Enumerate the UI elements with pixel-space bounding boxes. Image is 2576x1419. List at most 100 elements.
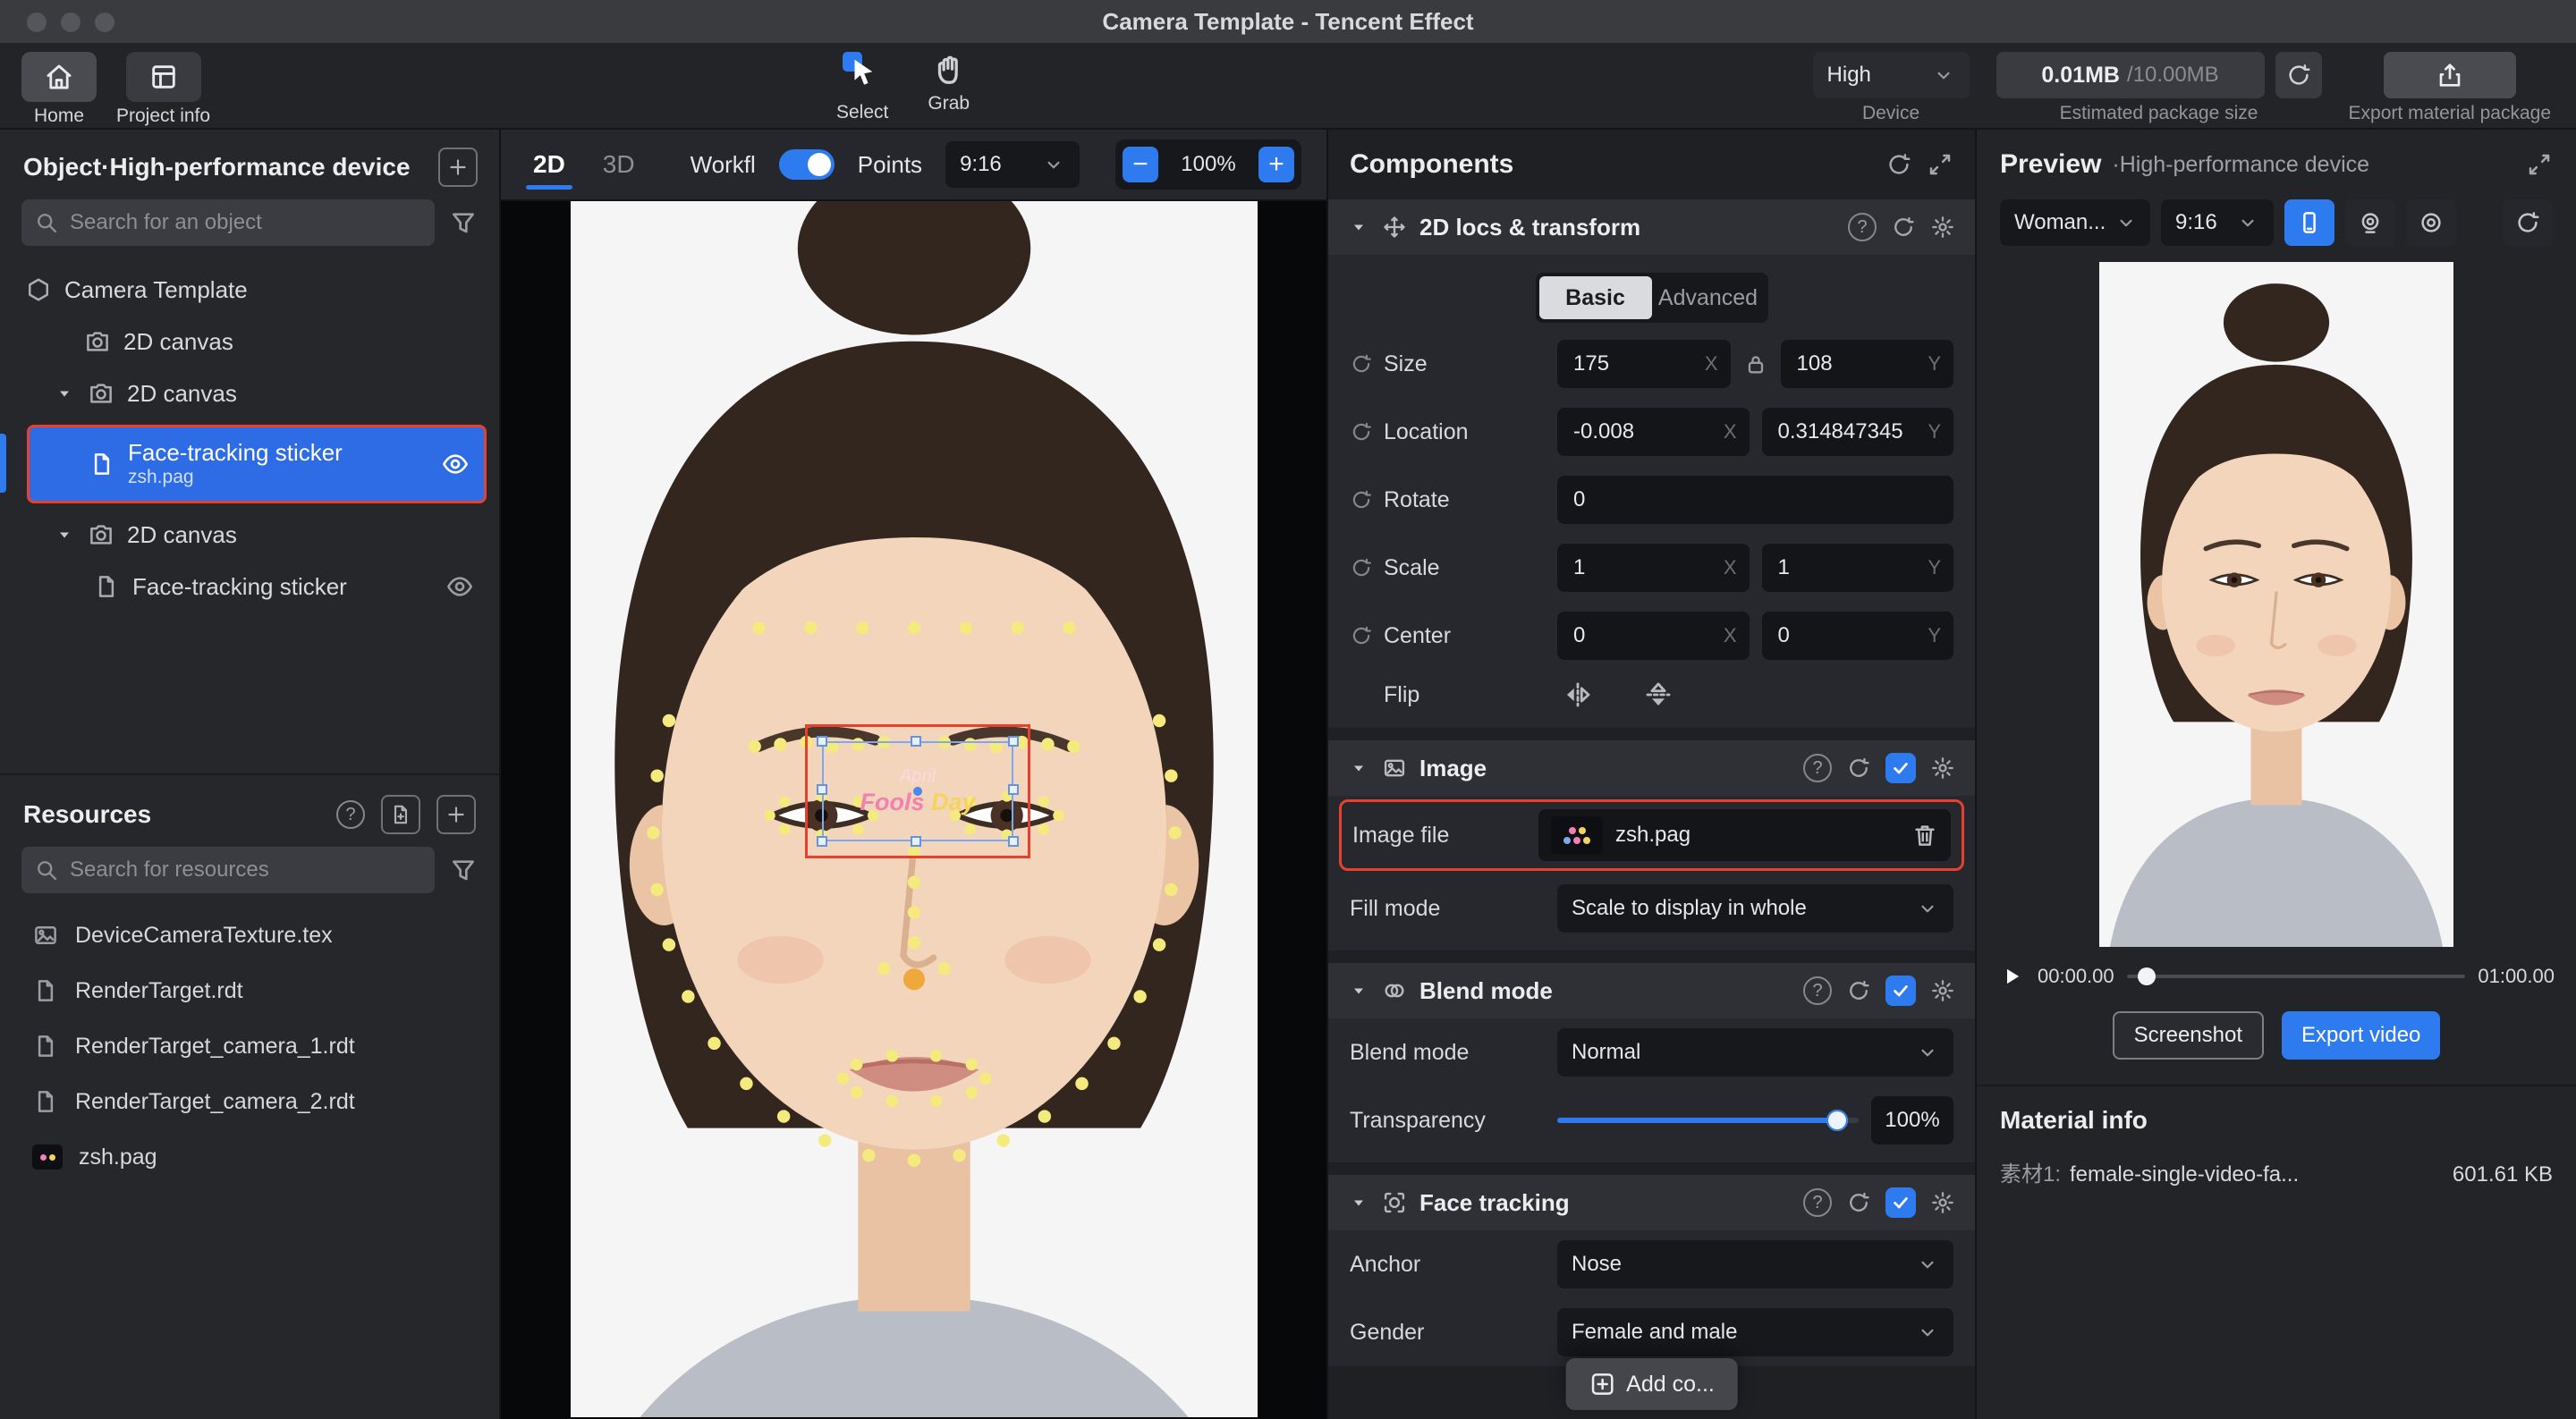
blend-enabled-checkbox[interactable] <box>1885 976 1916 1006</box>
tab-2d[interactable]: 2D <box>526 134 572 195</box>
rotate-input[interactable] <box>1557 476 1953 524</box>
zoom-in-button[interactable]: + <box>1258 147 1294 182</box>
flip-horizontal-icon[interactable] <box>1563 680 1593 710</box>
resource-item[interactable]: RenderTarget_camera_1.rdt <box>0 1018 499 1074</box>
location-y-input[interactable] <box>1762 408 1954 456</box>
workflow-toggle[interactable] <box>779 149 835 180</box>
sticker-selection[interactable]: April Fools Day <box>805 724 1030 858</box>
device-quality-select[interactable]: High <box>1813 52 1970 98</box>
trash-icon[interactable] <box>1911 822 1938 849</box>
anchor-select[interactable]: Nose <box>1557 1240 1953 1288</box>
tab-basic[interactable]: Basic <box>1539 276 1652 319</box>
face-tracking-section-header[interactable]: Face tracking ? <box>1328 1175 1975 1230</box>
add-component-button[interactable]: Add co... <box>1565 1358 1738 1410</box>
gear-icon[interactable] <box>1930 978 1955 1003</box>
close-button[interactable] <box>27 13 47 32</box>
tree-item-2d-canvas-1[interactable]: 2D canvas <box>0 316 499 367</box>
add-resource-button[interactable] <box>436 795 476 834</box>
fill-mode-select[interactable]: Scale to display in whole <box>1557 884 1953 933</box>
timeline-slider[interactable] <box>2127 975 2466 978</box>
gear-icon[interactable] <box>1930 215 1955 240</box>
select-tool-button[interactable]: Select <box>836 52 888 123</box>
resize-handle[interactable] <box>817 736 827 747</box>
resource-item[interactable]: RenderTarget_camera_2.rdt <box>0 1074 499 1129</box>
minimize-button[interactable] <box>61 13 80 32</box>
tree-caret-icon[interactable] <box>54 383 75 404</box>
reset-icon[interactable] <box>1891 215 1916 240</box>
blend-mode-select[interactable]: Normal <box>1557 1028 1953 1077</box>
tree-item-face-tracking-sticker-selected[interactable]: Face-tracking sticker zsh.pag <box>27 425 487 503</box>
timeline-thumb[interactable] <box>2138 967 2156 985</box>
sticker-bounds[interactable]: April Fools Day <box>822 741 1013 841</box>
image-enabled-checkbox[interactable] <box>1885 753 1916 783</box>
transparency-slider[interactable] <box>1557 1118 1859 1123</box>
resize-handle[interactable] <box>1008 736 1019 747</box>
tree-item-2d-canvas-2[interactable]: 2D canvas <box>0 367 499 419</box>
gender-select[interactable]: Female and male <box>1557 1308 1953 1356</box>
tree-item-face-tracking-sticker-2[interactable]: Face-tracking sticker <box>0 561 499 612</box>
export-package-button[interactable] <box>2384 52 2516 98</box>
center-y-input[interactable] <box>1762 612 1954 660</box>
zoom-out-button[interactable]: − <box>1123 147 1158 182</box>
blend-section-header[interactable]: Blend mode ? <box>1328 963 1975 1018</box>
filter-icon[interactable] <box>449 208 478 237</box>
center-x-input[interactable] <box>1557 612 1750 660</box>
reset-icon[interactable] <box>1350 352 1373 376</box>
help-icon[interactable]: ? <box>1848 213 1877 241</box>
flip-vertical-icon[interactable] <box>1643 680 1674 710</box>
preview-model-select[interactable]: Woman... <box>2000 199 2150 246</box>
resize-handle[interactable] <box>1008 836 1019 847</box>
help-icon[interactable]: ? <box>1803 1188 1832 1217</box>
export-video-button[interactable]: Export video <box>2282 1011 2440 1060</box>
validate-components-button[interactable] <box>1885 151 1912 178</box>
resource-search-input[interactable] <box>70 857 422 883</box>
grab-tool-button[interactable]: Grab <box>928 52 970 123</box>
resize-handle[interactable] <box>817 836 827 847</box>
section-caret-icon[interactable] <box>1348 757 1369 779</box>
refresh-package-button[interactable] <box>2275 52 2322 98</box>
reset-icon[interactable] <box>1846 1190 1871 1215</box>
slider-thumb[interactable] <box>1826 1110 1848 1131</box>
transform-section-header[interactable]: 2D locs & transform ? <box>1328 199 1975 255</box>
resize-handle[interactable] <box>1008 784 1019 795</box>
import-resource-button[interactable] <box>381 795 420 834</box>
visibility-eye-icon[interactable] <box>445 572 474 601</box>
help-icon[interactable]: ? <box>1803 976 1832 1005</box>
canvas-viewport[interactable]: April Fools Day <box>501 201 1326 1417</box>
help-icon[interactable]: ? <box>1803 754 1832 782</box>
canvas-photo[interactable]: April Fools Day <box>571 201 1258 1417</box>
resource-item[interactable]: RenderTarget.rdt <box>0 963 499 1018</box>
location-x-input[interactable] <box>1557 408 1750 456</box>
filter-icon[interactable] <box>449 856 478 884</box>
scale-x-input[interactable] <box>1557 544 1750 592</box>
section-caret-icon[interactable] <box>1348 1192 1369 1213</box>
resource-item[interactable]: zsh.pag <box>0 1129 499 1185</box>
tree-item-camera-template[interactable]: Camera Template <box>0 264 499 316</box>
webcam-preview-button[interactable] <box>2345 199 2395 246</box>
home-button[interactable]: Home <box>21 52 97 127</box>
help-icon[interactable]: ? <box>336 800 365 829</box>
tree-item-2d-canvas-3[interactable]: 2D canvas <box>0 509 499 561</box>
zoom-window-button[interactable] <box>95 13 114 32</box>
collapse-panel-button[interactable] <box>1927 151 1953 178</box>
reset-icon[interactable] <box>1350 624 1373 647</box>
image-file-field[interactable]: zsh.pag <box>1538 809 1951 861</box>
reset-icon[interactable] <box>1350 556 1373 579</box>
tab-advanced[interactable]: Advanced <box>1652 276 1765 319</box>
add-object-button[interactable] <box>438 148 478 187</box>
reset-icon[interactable] <box>1350 488 1373 511</box>
resize-handle[interactable] <box>817 784 827 795</box>
preview-ratio-select[interactable]: 9:16 <box>2161 199 2274 246</box>
screenshot-button[interactable]: Screenshot <box>2113 1011 2264 1060</box>
canvas-ratio-select[interactable]: 9:16 <box>945 141 1080 188</box>
lock-icon[interactable] <box>1743 351 1768 376</box>
camera-preview-button[interactable] <box>2406 199 2456 246</box>
reset-icon[interactable] <box>1846 756 1871 781</box>
reset-icon[interactable] <box>1350 420 1373 443</box>
tab-3d[interactable]: 3D <box>596 134 642 195</box>
play-icon[interactable] <box>1998 963 2025 990</box>
section-caret-icon[interactable] <box>1348 980 1369 1001</box>
gear-icon[interactable] <box>1930 1190 1955 1215</box>
resource-item[interactable]: DeviceCameraTexture.tex <box>0 908 499 963</box>
resize-handle[interactable] <box>911 836 921 847</box>
